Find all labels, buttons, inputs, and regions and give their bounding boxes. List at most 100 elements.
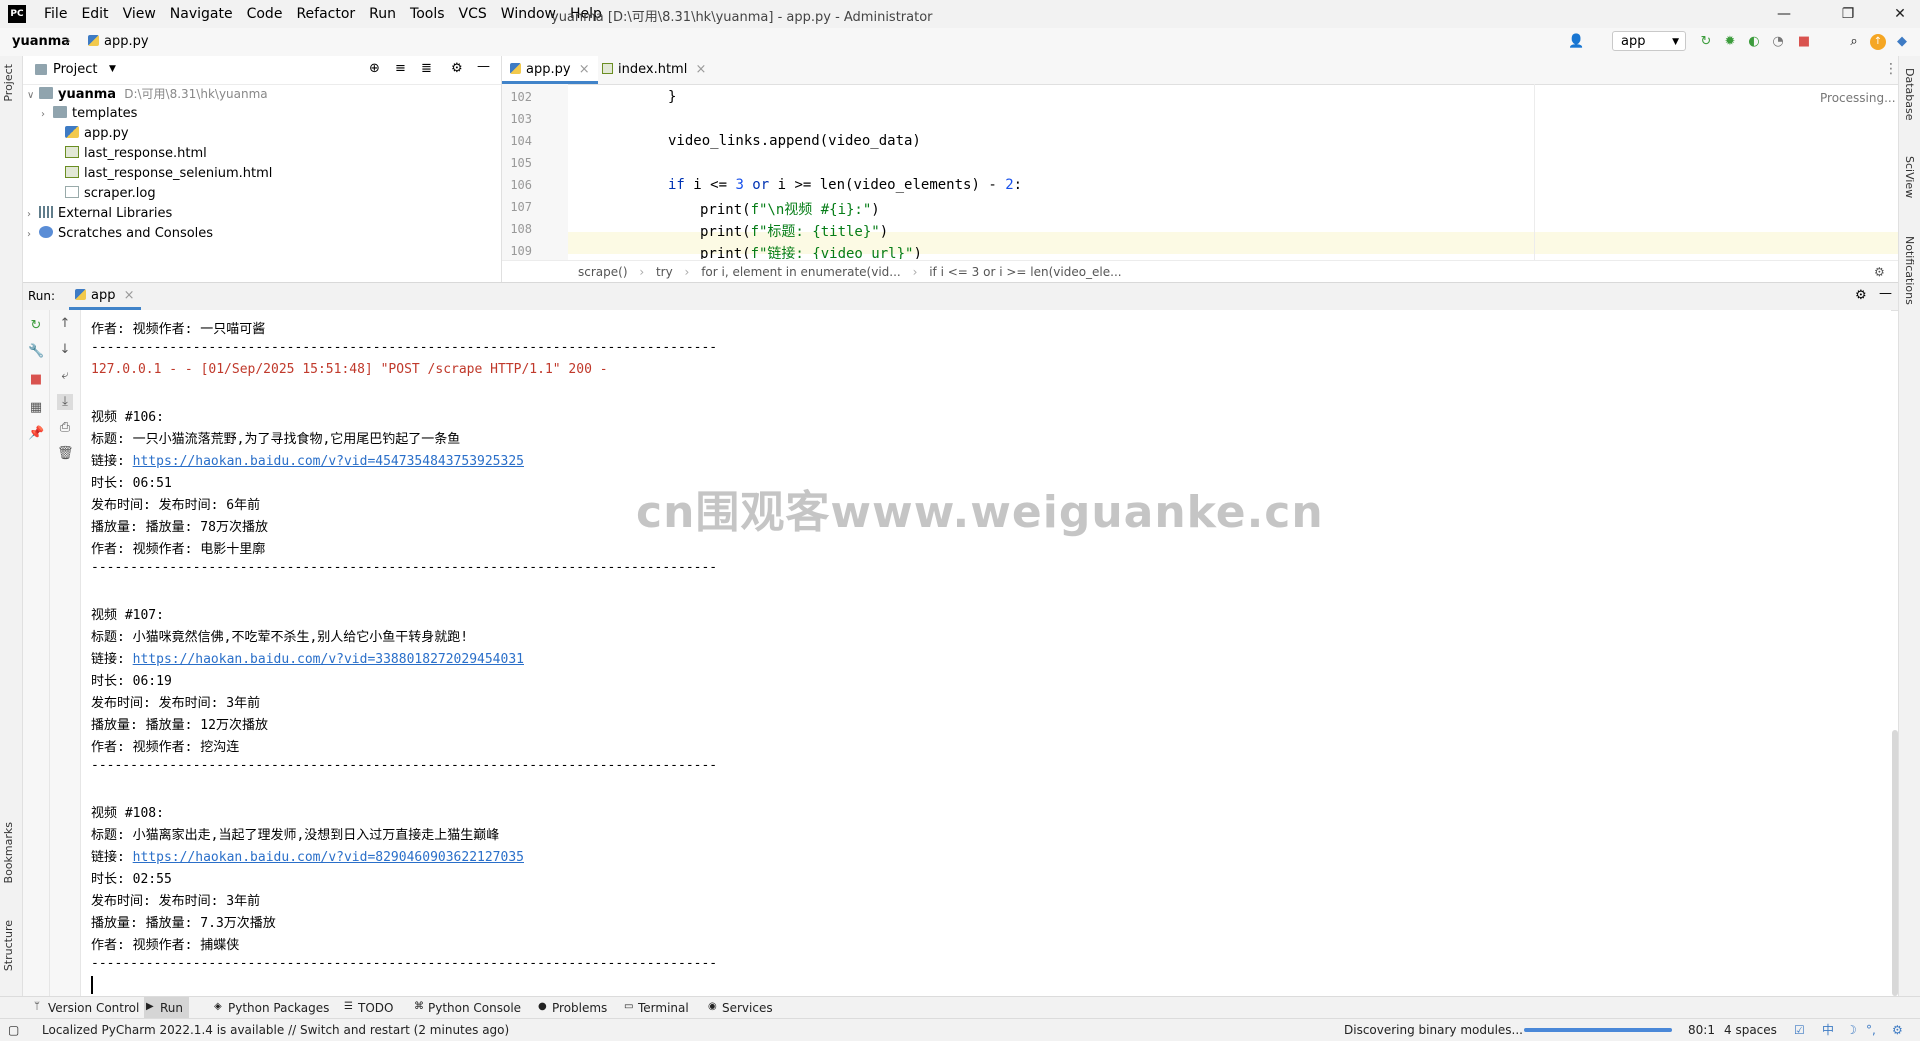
stop-icon[interactable]: ■	[28, 372, 44, 388]
pycharm-plugin-icon[interactable]: ◆	[1894, 34, 1910, 50]
minimize-button[interactable]: —	[1766, 3, 1802, 25]
hide-panel-icon[interactable]: —	[477, 59, 490, 74]
maximize-button[interactable]: ❐	[1830, 3, 1866, 25]
status-indicator-icon[interactable]: ▢	[8, 1019, 19, 1041]
menu-run[interactable]: Run	[369, 6, 396, 22]
gear-icon[interactable]: ⚙	[451, 61, 463, 76]
project-panel-title[interactable]: Project	[53, 62, 97, 77]
close-tab-icon[interactable]: ×	[124, 288, 135, 303]
scroll-to-end-icon[interactable]: ⤓	[57, 394, 73, 410]
ime-indicator[interactable]: 中	[1822, 1019, 1834, 1041]
tab-version-control[interactable]: ᛘ Version Control	[32, 997, 139, 1019]
menu-edit[interactable]: Edit	[81, 6, 108, 22]
wrench-icon[interactable]: 🔧	[28, 344, 44, 360]
gear-icon[interactable]: ⚙	[1874, 261, 1885, 283]
menu-navigate[interactable]: Navigate	[170, 6, 233, 22]
tab-services[interactable]: ◉ Services	[706, 997, 773, 1019]
tree-item-last-response-selenium-html[interactable]: last_response_selenium.html	[65, 164, 272, 184]
punctuation-icon[interactable]: °,	[1866, 1019, 1876, 1041]
pin-icon[interactable]: 📌	[28, 426, 44, 442]
gear-icon[interactable]: ⚙	[1855, 288, 1867, 303]
breadcrumb-item[interactable]: for i, element in enumerate(vid...	[701, 265, 901, 279]
bookmarks-tool-tab[interactable]: Bookmarks	[2, 822, 15, 883]
code-line-102[interactable]: }	[668, 89, 676, 105]
breadcrumb-item[interactable]: if i <= 3 or i >= len(video_ele...	[929, 265, 1121, 279]
tree-item-root[interactable]: ∨ yuanma D:\可用\8.31\hk\yuanma	[27, 84, 268, 104]
breadcrumb-item[interactable]: try	[656, 265, 673, 279]
code-line-104[interactable]: video_links.append(video_data)	[668, 133, 921, 149]
database-tool-tab[interactable]: Database	[1903, 68, 1916, 121]
project-tool-tab[interactable]: Project	[2, 64, 15, 102]
code-line-109[interactable]: print(f"链接: {video_url}")	[700, 243, 922, 259]
tab-problems[interactable]: ● Problems	[536, 997, 607, 1019]
print-icon[interactable]: ⎙	[57, 420, 73, 436]
close-window-button[interactable]: ✕	[1882, 3, 1918, 25]
background-task[interactable]: Discovering binary modules...	[1344, 1019, 1523, 1041]
coverage-icon[interactable]: ◐	[1746, 34, 1762, 50]
profile-icon[interactable]: ◔	[1770, 34, 1786, 50]
menu-tools[interactable]: Tools	[410, 6, 445, 22]
tab-terminal[interactable]: ▭ Terminal	[622, 997, 689, 1019]
console-video-link[interactable]: https://haokan.baidu.com/v?vid=829046090…	[133, 850, 524, 865]
search-icon[interactable]: ⌕	[1846, 34, 1862, 50]
menu-view[interactable]: View	[123, 6, 156, 22]
console-scrollbar[interactable]	[1892, 730, 1898, 996]
run-tab-app[interactable]: app ×	[69, 283, 141, 310]
debug-icon[interactable]: ✹	[1722, 34, 1738, 50]
rerun-icon[interactable]: ↻	[1698, 34, 1714, 50]
trash-icon[interactable]: 🗑	[57, 446, 74, 462]
tab-python-packages[interactable]: ◈ Python Packages	[212, 997, 329, 1019]
indent-setting[interactable]: 4 spaces	[1724, 1019, 1777, 1041]
layout-icon[interactable]: ▦	[28, 400, 44, 416]
tree-item-last-response-html[interactable]: last_response.html	[65, 144, 207, 164]
gear-icon[interactable]: ⚙	[1892, 1019, 1903, 1041]
menu-refactor[interactable]: Refactor	[296, 6, 355, 22]
status-message[interactable]: Localized PyCharm 2022.1.4 is available …	[42, 1019, 509, 1041]
close-tab-icon[interactable]: ×	[695, 62, 706, 77]
tab-index-html[interactable]: index.html ×	[594, 56, 714, 84]
console-video-link[interactable]: https://haokan.baidu.com/v?vid=338801827…	[133, 652, 524, 667]
scroll-up-icon[interactable]: ↑	[57, 316, 73, 332]
breadcrumb-item[interactable]: scrape()	[578, 265, 628, 279]
tab-app-py[interactable]: app.py ×	[502, 56, 598, 84]
moon-icon[interactable]: ☽	[1846, 1019, 1857, 1041]
user-icon[interactable]: 👤	[1568, 34, 1584, 50]
more-icon[interactable]: ⋮	[1884, 61, 1898, 77]
expand-all-icon[interactable]: ≡	[395, 61, 406, 76]
tree-item-external-libraries[interactable]: › External Libraries	[27, 204, 172, 224]
menu-file[interactable]: File	[44, 6, 67, 22]
checkbox-icon[interactable]: ☑	[1794, 1019, 1805, 1041]
tab-python-console[interactable]: ⌘ Python Console	[412, 997, 521, 1019]
structure-tool-tab[interactable]: Structure	[2, 920, 15, 971]
breadcrumb-project[interactable]: yuanma	[12, 34, 70, 49]
collapse-all-icon[interactable]: ≣	[421, 61, 432, 76]
update-icon[interactable]: ↑	[1870, 34, 1886, 50]
tree-item-app-py[interactable]: app.py	[65, 124, 129, 144]
stop-icon[interactable]: ■	[1796, 34, 1812, 50]
code-line-107[interactable]: print(f"\n视频 #{i}:")	[700, 199, 880, 219]
tree-item-scratches[interactable]: › Scratches and Consoles	[27, 224, 213, 244]
close-tab-icon[interactable]: ×	[579, 62, 590, 77]
tab-run[interactable]: ▶ Run	[144, 997, 190, 1019]
locate-icon[interactable]: ⊕	[369, 61, 380, 76]
sciview-tool-tab[interactable]: SciView	[1903, 156, 1916, 198]
notifications-tool-tab[interactable]: Notifications	[1903, 236, 1916, 305]
scroll-down-icon[interactable]: ↓	[57, 342, 73, 358]
menu-code[interactable]: Code	[247, 6, 283, 22]
run-console-output[interactable]: ----------------------------------------…	[81, 310, 1891, 996]
soft-wrap-icon[interactable]: ⤶	[57, 368, 73, 384]
rerun-icon[interactable]: ↻	[28, 318, 44, 334]
tab-todo[interactable]: ☰ TODO	[342, 997, 393, 1019]
code-line-106[interactable]: if i <= 3 or i >= len(video_elements) - …	[668, 177, 1022, 193]
hide-panel-icon[interactable]: —	[1879, 286, 1892, 301]
console-video-link[interactable]: https://haokan.baidu.com/v?vid=454735484…	[133, 454, 524, 469]
tree-item-scraper-log[interactable]: scraper.log	[65, 184, 156, 204]
menu-window[interactable]: Window	[501, 6, 556, 22]
breadcrumb-file[interactable]: app.py	[88, 34, 149, 49]
menu-vcs[interactable]: VCS	[459, 6, 487, 22]
code-line-108[interactable]: print(f"标题: {title}")	[700, 221, 888, 241]
run-configuration-select[interactable]: app ▼	[1612, 31, 1686, 51]
chevron-down-icon[interactable]: ▼	[109, 64, 116, 74]
tree-item-templates[interactable]: › templates	[41, 104, 137, 124]
cursor-position[interactable]: 80:1	[1688, 1019, 1715, 1041]
